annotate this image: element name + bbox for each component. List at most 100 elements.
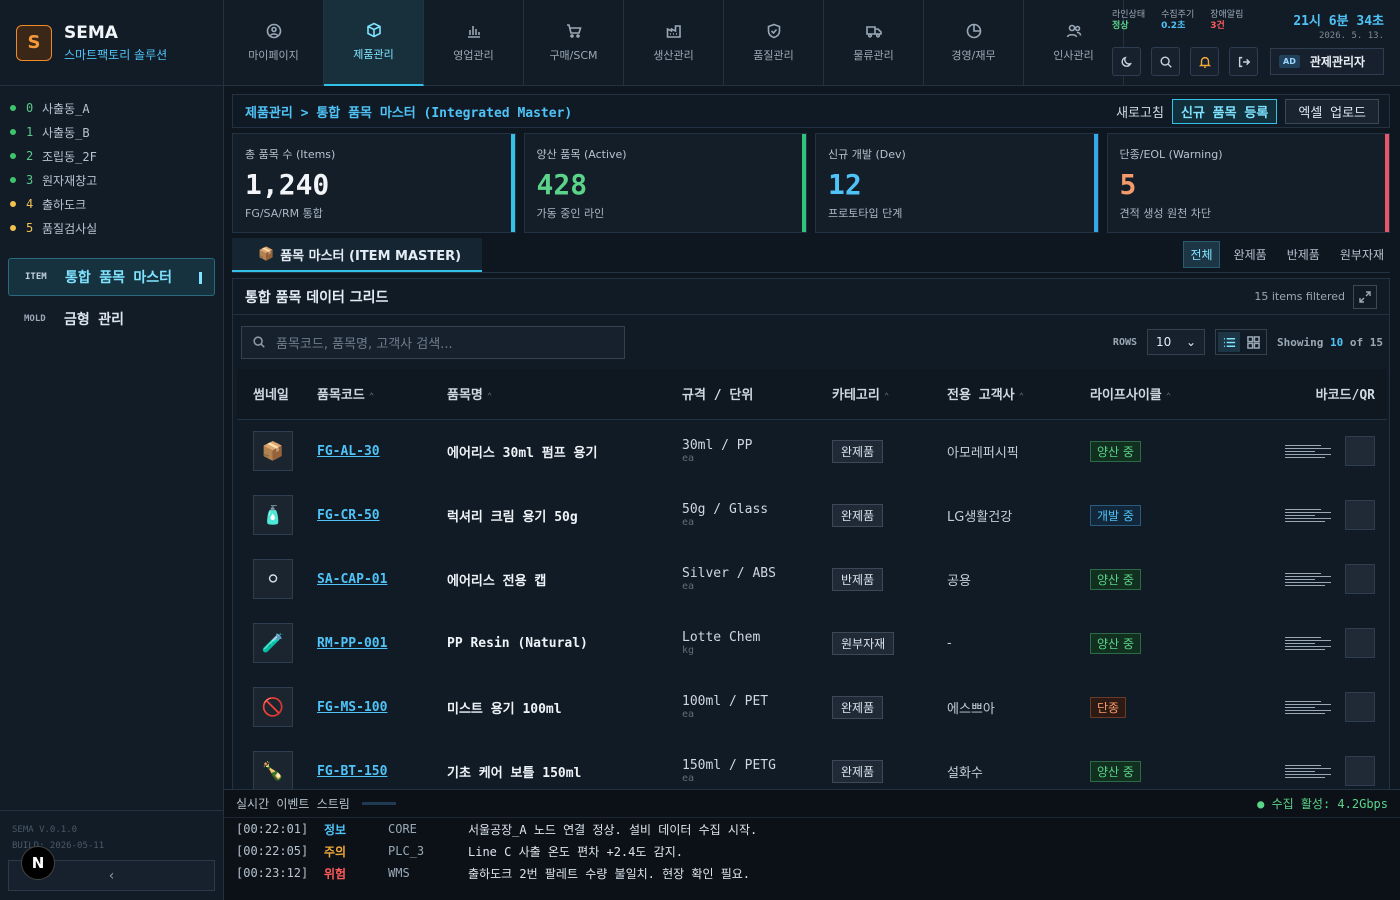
zone-item[interactable]: 5 품질검사실: [10, 216, 223, 240]
kpi-accent-bar: [802, 134, 806, 232]
unit-value: ea: [682, 581, 695, 592]
barcode-group[interactable]: [1250, 692, 1387, 722]
tab-label: 품질관리: [753, 49, 794, 62]
event-level: 주의: [324, 844, 347, 859]
item-name: PP Resin (Natural): [447, 635, 588, 651]
column-header[interactable]: 라이프사이클 ⌃: [1090, 369, 1250, 420]
barcode-group[interactable]: [1250, 756, 1387, 786]
item-code-link[interactable]: FG-CR-50: [317, 508, 380, 523]
category-badge: 완제품: [832, 439, 884, 463]
column-header[interactable]: 바코드/QR: [1250, 369, 1387, 420]
tab-1[interactable]: 제품관리: [324, 0, 424, 86]
customer: 아모레퍼시픽: [947, 445, 1019, 461]
bell-icon: [1198, 56, 1211, 68]
customer: LG생활건강: [947, 509, 1013, 525]
logout-icon: [1238, 56, 1250, 67]
tab-0[interactable]: 마이페이지: [224, 0, 324, 86]
version-label: SEMA V.0.1.0: [12, 825, 78, 835]
zone-item[interactable]: 3 원자재창고: [10, 168, 223, 192]
search-input[interactable]: 품목코드, 품목명, 고객사 검색...: [241, 325, 625, 359]
grid-view-button[interactable]: [1242, 332, 1264, 352]
tab-label: 생산관리: [653, 49, 694, 62]
table-row[interactable]: ⚪ SA-CAP-01 에어리스 전용 캡 Silver / ABS ea 반제품 공용 양산…: [237, 547, 1387, 611]
tab-item-master-label: 품목 마스터 (ITEM MASTER): [280, 248, 462, 264]
sidebar-item-mold[interactable]: MOLD 금형 관리: [8, 300, 215, 338]
item-code-link[interactable]: SA-CAP-01: [317, 572, 387, 587]
search-button[interactable]: [1151, 47, 1180, 76]
spec-value: Lotte Chem: [682, 630, 761, 645]
table-row[interactable]: 📦 FG-AL-30 에어리스 30ml 펌프 용기 30ml / PP ea 완제품 아모…: [237, 419, 1387, 483]
tab-3[interactable]: 구매/SCM: [524, 0, 624, 86]
barcode-group[interactable]: [1250, 564, 1387, 594]
qr-code-icon: [1345, 692, 1375, 722]
column-header[interactable]: 규격 / 단위: [682, 369, 832, 420]
filter-tab[interactable]: 전체: [1183, 241, 1220, 268]
tab-4[interactable]: 생산관리: [624, 0, 724, 86]
event-message: Line C 사출 온도 편차 +2.4도 감지.: [468, 844, 683, 859]
brand[interactable]: S SEMA 스마트팩토리 솔루션: [0, 0, 223, 86]
table-row[interactable]: 🚫 FG-MS-100 미스트 용기 100ml 100ml / PET ea 완제품 에스…: [237, 675, 1387, 739]
event-level: 위험: [324, 866, 347, 881]
user-menu[interactable]: AD 관제관리자: [1270, 48, 1384, 75]
item-code-link[interactable]: FG-BT-150: [317, 764, 387, 779]
theme-toggle-button[interactable]: [1112, 47, 1141, 76]
kpi-card: 신규 개발 (Dev) 12 프로토타입 단계: [815, 133, 1099, 233]
sort-icon: ⌃: [1018, 392, 1025, 403]
notification-button[interactable]: [1190, 47, 1219, 76]
refresh-button[interactable]: 새로고침: [1116, 102, 1164, 121]
tab-5[interactable]: 품질관리: [724, 0, 824, 86]
barcode-icon: [1285, 572, 1331, 586]
tab-8[interactable]: 인사관리: [1024, 0, 1124, 86]
column-header[interactable]: 품목코드 ⌃: [317, 369, 447, 420]
zone-item[interactable]: 2 조립동_2F: [10, 144, 223, 168]
kpi-subtitle: 가동 중인 라인: [536, 207, 605, 220]
tab-6[interactable]: 물류관리: [824, 0, 924, 86]
item-code-link[interactable]: RM-PP-001: [317, 636, 387, 651]
event-stream-title[interactable]: 실시간 이벤트 스트림: [236, 795, 396, 812]
list-view-button[interactable]: [1218, 332, 1241, 352]
divider: [0, 810, 224, 811]
table-row[interactable]: 🧴 FG-CR-50 럭셔리 크림 용기 50g 50g / Glass ea 완제품 LG…: [237, 483, 1387, 547]
zone-label: 출하도크: [42, 197, 87, 212]
zone-item[interactable]: 1 사출동_B: [10, 120, 223, 144]
zone-item[interactable]: 0 사출동_A: [10, 96, 223, 120]
rows-per-page-select[interactable]: 10 ⌄: [1147, 329, 1206, 355]
tab-label: 마이페이지: [248, 49, 299, 62]
sidebar-item-item[interactable]: ITEM 통합 품목 마스터: [8, 258, 215, 296]
filter-tab[interactable]: 완제품: [1228, 242, 1273, 267]
column-header[interactable]: 카테고리 ⌃: [832, 369, 947, 420]
filter-tab[interactable]: 반제품: [1281, 242, 1326, 267]
tab-item-master[interactable]: 📦 품목 마스터 (ITEM MASTER): [232, 238, 482, 272]
expand-button[interactable]: [1353, 284, 1377, 309]
spec-value: Silver / ABS: [682, 566, 776, 581]
zone-item[interactable]: 4 출하도크: [10, 192, 223, 216]
sort-icon: ⌃: [883, 392, 890, 403]
breadcrumb: 제품관리 > 통합 품목 마스터 (Integrated Master): [245, 105, 573, 121]
category-cell: 완제품: [832, 483, 947, 547]
version-info: SEMA V.0.1.0 BUILD: 2026-05-11: [12, 822, 104, 854]
barcode-group[interactable]: [1250, 500, 1387, 530]
tab-7[interactable]: 경영/재무: [924, 0, 1024, 86]
people-icon: [1066, 24, 1081, 38]
unit-value: kg: [682, 645, 695, 656]
logout-button[interactable]: [1229, 47, 1258, 76]
filtered-count: 15 items filtered: [1254, 290, 1345, 303]
column-header[interactable]: 품목명 ⌃: [447, 369, 682, 420]
system-status: 라인상태 정상 수집주기 0.2초 장애알림 3건: [1112, 10, 1243, 32]
table-row[interactable]: 🧪 RM-PP-001 PP Resin (Natural) Lotte Chem kg…: [237, 611, 1387, 675]
n-badge[interactable]: N: [21, 846, 55, 880]
item-code-link[interactable]: FG-AL-30: [317, 444, 380, 459]
spec-value: 100ml / PET: [682, 694, 769, 709]
kpi-label: 단종/EOL (Warning): [1119, 148, 1223, 161]
new-item-button[interactable]: 신규 품목 등록: [1171, 98, 1278, 124]
column-header[interactable]: 전용 고객사 ⌃: [947, 369, 1090, 420]
excel-upload-button[interactable]: 엑셀 업로드: [1285, 98, 1379, 124]
tab-2[interactable]: 영업관리: [424, 0, 524, 86]
barcode-group[interactable]: [1250, 628, 1387, 658]
item-code-link[interactable]: FG-MS-100: [317, 700, 387, 715]
barcode-group[interactable]: [1250, 436, 1387, 467]
zone-label: 품질검사실: [42, 221, 98, 236]
kpi-label: 양산 품목 (Active): [536, 148, 627, 161]
filter-tab[interactable]: 원부자재: [1334, 242, 1390, 267]
column-header[interactable]: 썸네일: [237, 369, 317, 420]
